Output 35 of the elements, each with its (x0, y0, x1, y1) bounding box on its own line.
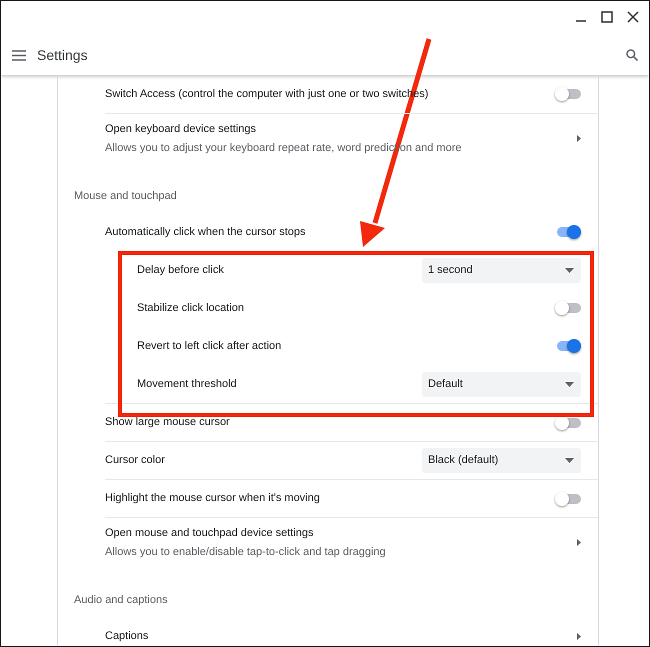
toggle-switch[interactable] (555, 339, 581, 353)
chevron-right-icon[interactable] (577, 539, 581, 546)
caret-icon (565, 458, 574, 463)
setting-label: Delay before click (137, 262, 225, 278)
toggle-switch[interactable] (555, 301, 581, 315)
setting-label: Movement threshold (137, 376, 238, 392)
window-title: Settings (37, 46, 89, 65)
setting-label: Open mouse and touchpad device settings (105, 526, 315, 541)
caret-icon (565, 268, 574, 272)
caret-icon (565, 382, 574, 386)
toggle-switch[interactable] (555, 87, 581, 101)
search-icon[interactable] (626, 49, 638, 61)
dropdown-select[interactable]: 1 second (422, 258, 581, 282)
setting-label: Highlight the mouse cursor when it's moving (105, 491, 321, 506)
setting-label: Revert to left click after action (137, 338, 282, 354)
setting-label: Show large mouse cursor (105, 415, 231, 430)
section-heading: Mouse and touchpad (73, 189, 178, 204)
minimize-icon (576, 20, 586, 22)
maximize-icon (601, 10, 614, 23)
section-heading: Audio and captions (73, 593, 169, 608)
toggle-switch[interactable] (555, 225, 581, 239)
chevron-right-icon[interactable] (577, 135, 581, 142)
toggle-switch[interactable] (555, 492, 581, 506)
close-icon (627, 10, 640, 23)
setting-label: Automatically click when the cursor stops (105, 224, 307, 240)
dropdown-select[interactable]: Black (default) (422, 448, 581, 473)
setting-description: Allows you to enable/disable tap-to-click and tap dragging (105, 544, 387, 560)
setting-label: Open keyboard device settings (105, 122, 258, 137)
setting-label: Captions (105, 628, 150, 644)
setting-label: Cursor color (105, 453, 166, 468)
toggle-switch[interactable] (555, 416, 581, 430)
chevron-right-icon[interactable] (577, 632, 581, 640)
setting-label: Stabilize click location (137, 300, 245, 316)
dropdown-select[interactable]: Default (422, 372, 581, 396)
menu-icon[interactable] (12, 50, 26, 60)
